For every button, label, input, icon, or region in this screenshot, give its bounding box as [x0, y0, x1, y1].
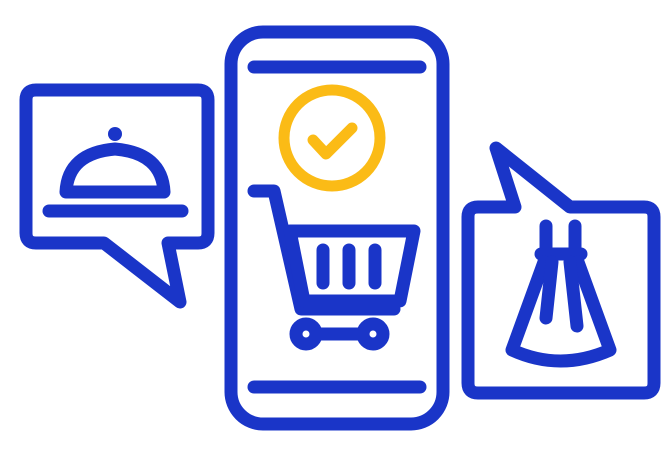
- shopping-cart-icon: [247, 184, 421, 351]
- cloche-icon: [42, 127, 189, 218]
- illustration-svg: [19, 25, 661, 431]
- checkmark-icon: [278, 84, 386, 192]
- online-shopping-illustration: [0, 0, 670, 457]
- dress-icon: [505, 219, 617, 368]
